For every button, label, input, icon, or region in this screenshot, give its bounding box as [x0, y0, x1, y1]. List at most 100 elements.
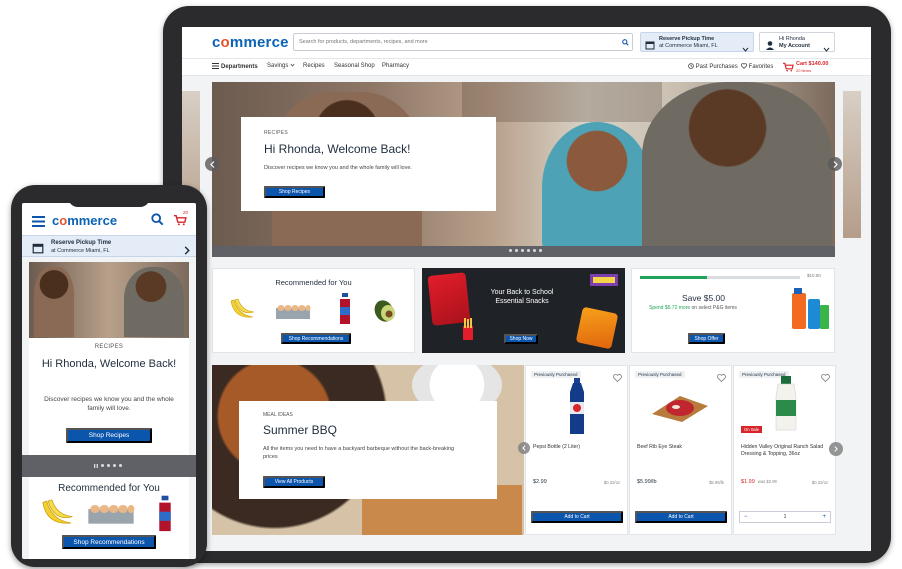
carousel-dot[interactable]: [527, 249, 530, 252]
hero-next-arrow[interactable]: [828, 157, 842, 171]
carousel-dot[interactable]: [509, 249, 512, 252]
bananas-icon: [42, 499, 73, 524]
product-name[interactable]: Pepsi Bottle (2 Liter): [533, 444, 623, 451]
hero-image-shelf: [462, 82, 662, 122]
heart-icon[interactable]: [821, 369, 830, 387]
pepsi-bottle-image: [570, 378, 584, 434]
phone-hero-card: RECIPES Hi Rhonda, Welcome Back! Discove…: [29, 338, 189, 455]
snacks-title: Your Back to School Essential Snacks: [490, 289, 554, 305]
calendar-icon: [32, 241, 44, 259]
search-icon[interactable]: [618, 35, 632, 49]
account-greeting: Hi Rhonda: [779, 36, 805, 42]
was-price: was $2.99: [757, 479, 777, 484]
pickup-title: Reserve Pickup Time: [659, 36, 715, 42]
shop-offer-button[interactable]: Shop Offer: [688, 333, 725, 344]
nav-departments[interactable]: Departments: [212, 63, 258, 70]
eggs-carton-icon: [276, 305, 311, 319]
nav-savings[interactable]: Savings: [267, 63, 295, 69]
account-menu-button[interactable]: Hi Rhonda My Account: [759, 32, 835, 52]
carousel-dot[interactable]: [107, 464, 110, 467]
chevron-right-icon: [833, 160, 838, 168]
search-icon[interactable]: [151, 213, 164, 231]
chevron-left-icon: [522, 445, 526, 451]
bananas-icon: [230, 298, 255, 318]
chevron-right-icon: [834, 446, 838, 452]
header: commerce Reserve Pickup Time at Commerce…: [182, 27, 871, 58]
chevron-left-icon: [209, 160, 214, 168]
savings-progress-fill: [640, 276, 708, 279]
carousel-dot[interactable]: [515, 249, 518, 252]
savings-offer-card: $10.00 Save $5.00 Spend $6.72 more on se…: [631, 268, 835, 353]
view-all-products-button[interactable]: View All Products: [263, 476, 325, 488]
commerce-logo[interactable]: commerce: [212, 34, 289, 51]
past-purchases-link[interactable]: Past Purchases: [688, 63, 738, 70]
hero-prev-arrow[interactable]: [205, 157, 219, 171]
product-card-ranch[interactable]: Previously Purchased On Sale Hidden Vall…: [733, 365, 836, 535]
carousel-dot[interactable]: [113, 464, 116, 467]
cheetos-bag-image: [575, 306, 619, 350]
hero-card: RECIPES Hi Rhonda, Welcome Back! Discove…: [241, 117, 496, 211]
pause-icon[interactable]: [94, 464, 98, 468]
savings-spend-more: Spend $6.72 more: [649, 305, 691, 311]
search-bar: [293, 33, 633, 51]
product-card-steak[interactable]: Previously Purchased Beef Rib Eye Steak …: [629, 365, 732, 535]
products-next-arrow[interactable]: [829, 442, 843, 456]
reserve-pickup-button[interactable]: Reserve Pickup Time at Commerce Miami, F…: [640, 32, 754, 52]
add-to-cart-button[interactable]: Add to Cart: [635, 511, 727, 523]
cart-items-count: 20 items: [796, 68, 812, 73]
carousel-dot[interactable]: [101, 464, 104, 467]
products-prev-arrow[interactable]: [518, 442, 530, 454]
carousel-indicator-bar: [22, 455, 196, 477]
heart-icon[interactable]: [613, 369, 622, 387]
increase-quantity-button[interactable]: +: [822, 514, 826, 520]
ranch-bottle-image: [775, 376, 797, 431]
cart-count-badge: 20: [183, 210, 189, 215]
favorites-link[interactable]: Favorites: [740, 63, 773, 70]
carousel-dot[interactable]: [119, 464, 122, 467]
reserve-pickup-button[interactable]: Reserve Pickup Time at Commerce Miami, F…: [22, 235, 196, 257]
nav-recipes[interactable]: Recipes: [303, 63, 325, 69]
shop-now-button[interactable]: Shop Now: [504, 334, 538, 344]
search-input[interactable]: [294, 39, 618, 45]
product-price: $1.99 was $2.99: [741, 479, 777, 485]
savings-goal-amount: $10.00: [807, 273, 821, 278]
heart-icon[interactable]: [717, 369, 726, 387]
carousel-dots: [94, 464, 122, 468]
decrease-quantity-button[interactable]: −: [744, 514, 748, 520]
product-card-pepsi[interactable]: Previously Purchased Pepsi Bottle (2 Lit…: [525, 365, 628, 535]
add-to-cart-button[interactable]: Add to Cart: [531, 511, 623, 523]
juice-bottle-icon: [340, 293, 350, 324]
bbq-card: MEAL IDEAS Summer BBQ All the items you …: [239, 401, 497, 499]
hero-kicker: RECIPES: [94, 344, 124, 350]
bbq-title: Summer BBQ: [263, 423, 338, 437]
history-icon: [688, 63, 694, 69]
hamburger-menu-icon[interactable]: [32, 214, 45, 232]
nav-pharmacy[interactable]: Pharmacy: [382, 63, 409, 69]
previously-purchased-badge: Previously Purchased: [531, 371, 581, 378]
hero-image-child: [542, 122, 652, 246]
shop-recommendations-button[interactable]: Shop Recommendations: [281, 333, 351, 344]
cart-icon[interactable]: 20: [174, 210, 189, 231]
product-unit-price: $0.32/oz: [603, 480, 620, 485]
chevron-down-icon: [823, 39, 830, 57]
hero-kicker: RECIPES: [264, 130, 289, 136]
nav-seasonal-shop[interactable]: Seasonal Shop: [334, 63, 375, 69]
carousel-dot[interactable]: [539, 249, 542, 252]
quantity-value[interactable]: 1: [784, 514, 787, 520]
tablet-device: commerce Reserve Pickup Time at Commerce…: [163, 6, 891, 563]
product-name[interactable]: Hidden Valley Original Ranch Salad Dress…: [741, 444, 831, 458]
shop-recommendations-button[interactable]: Shop Recommendations: [62, 535, 156, 549]
pickup-location: at Commerce Miami, FL: [659, 43, 718, 49]
shop-recipes-button[interactable]: Shop Recipes: [66, 428, 152, 443]
bbq-kicker: MEAL IDEAS: [263, 412, 293, 418]
shop-recipes-button[interactable]: Shop Recipes: [264, 186, 325, 198]
commerce-logo[interactable]: commerce: [52, 213, 117, 228]
avocado-icon: [374, 300, 395, 322]
carousel-dot[interactable]: [521, 249, 524, 252]
carousel-indicator-bar: [212, 246, 835, 257]
cart-total: Cart $140.00: [796, 61, 829, 67]
carousel-dot[interactable]: [533, 249, 536, 252]
product-name[interactable]: Beef Rib Eye Steak: [637, 444, 727, 451]
recommended-title: Recommended for You: [58, 483, 160, 494]
product-unit-price: $5.99/lb: [709, 480, 724, 485]
